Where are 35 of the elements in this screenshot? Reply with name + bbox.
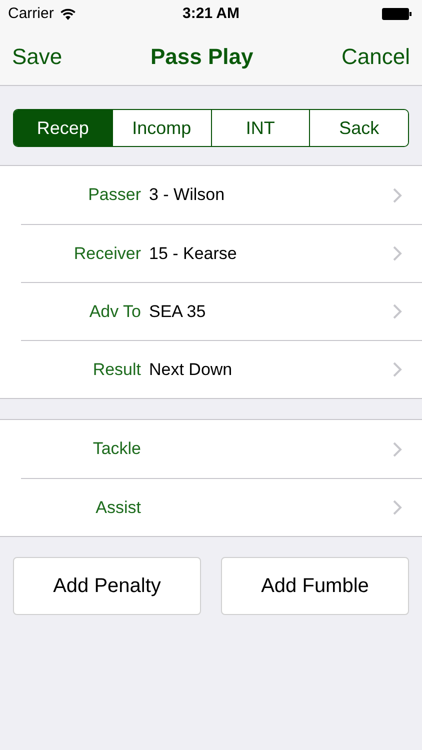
table-row[interactable]: Passer 3 - Wilson	[21, 166, 422, 224]
chevron-icon	[393, 304, 402, 319]
segment-tab[interactable]: Sack	[309, 110, 408, 146]
save-button[interactable]: Save	[12, 40, 62, 73]
row-label: Receiver	[72, 242, 141, 265]
chevron-icon	[393, 246, 402, 261]
row-value: 3 - Wilson	[149, 184, 225, 206]
chevron-icon	[393, 442, 402, 456]
row-value: 15 - Kearse	[149, 242, 237, 265]
wifi-icon	[60, 8, 76, 20]
chevron-icon	[393, 500, 402, 515]
action-button[interactable]: Add Fumble	[221, 557, 409, 615]
battery-icon	[382, 8, 412, 20]
cancel-button[interactable]: Cancel	[342, 40, 410, 73]
chevron-icon	[393, 362, 402, 377]
row-label: Passer	[87, 184, 141, 206]
action-button[interactable]: Add Penalty	[13, 557, 201, 615]
row-value: SEA 35	[149, 300, 206, 323]
chevron-icon	[393, 188, 402, 202]
table-row[interactable]: Result Next Down	[21, 341, 422, 398]
row-label: Tackle	[92, 438, 141, 460]
screen-title: Pass Play	[150, 43, 254, 71]
segment-tab[interactable]: INT	[210, 110, 310, 146]
table-row[interactable]: Receiver 15 - Kearse	[21, 225, 422, 282]
row-value: Next Down	[149, 358, 232, 381]
row-label: Result	[92, 358, 141, 381]
segment-tab[interactable]: Incomp	[112, 110, 210, 146]
row-label: Adv To	[88, 300, 141, 323]
table-row[interactable]: Adv To SEA 35	[21, 283, 422, 340]
table-row[interactable]: Tackle	[21, 420, 422, 478]
carrier-label: Carrier	[8, 4, 54, 24]
row-label: Assist	[94, 496, 141, 519]
clock-time: 3:21 AM	[182, 4, 240, 24]
table-row[interactable]: Assist	[21, 479, 422, 536]
segment-tab[interactable]: Recep	[14, 110, 112, 146]
